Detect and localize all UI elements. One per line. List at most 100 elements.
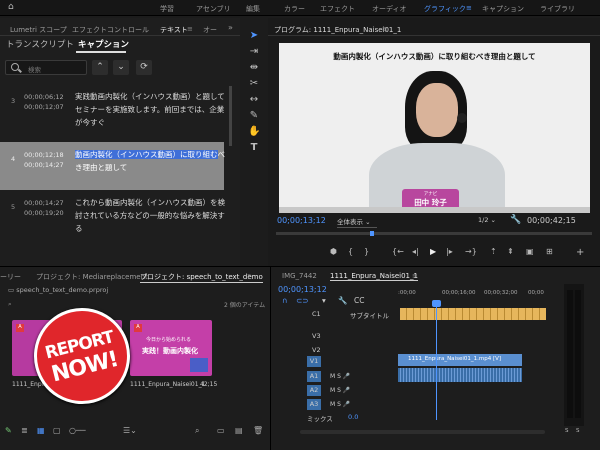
workspace-assembly[interactable]: アセンブリ	[196, 4, 231, 14]
workspace-learn[interactable]: 学習	[160, 4, 174, 14]
subtab-captions[interactable]: キャプション	[78, 38, 129, 50]
prev-result-button[interactable]: ⌃	[92, 60, 108, 75]
find-icon[interactable]: ⌕	[195, 426, 199, 436]
track-a3[interactable]: A3	[307, 399, 321, 410]
tab-audio[interactable]: オー	[203, 25, 217, 35]
sort-icon[interactable]: ☰⌄	[123, 426, 137, 435]
zoom-dropdown[interactable]: 全体表示 ⌄	[337, 216, 377, 228]
home-icon[interactable]: ⌂	[8, 2, 14, 12]
step-back-icon[interactable]: ◂|	[412, 247, 419, 256]
caption-text-5[interactable]: これから動画内製化（インハウス動画）を検討されている方などの一般的な悩みを解決す…	[75, 196, 225, 235]
subtitle-clips[interactable]	[400, 308, 546, 320]
step-forward-icon[interactable]: |▸	[446, 247, 453, 256]
zoom-slider[interactable]: ○──	[69, 426, 86, 435]
list-view-icon[interactable]: ≣	[21, 426, 28, 435]
video-clip[interactable]: 1111_Enpura_Naisei01_1.mp4 [V]	[398, 354, 522, 366]
panel-menu-icon[interactable]: ≡	[187, 25, 193, 33]
caption-item-5[interactable]: 5 00;00;14;27 00;00;19;20 これから動画内製化（インハウ…	[0, 192, 225, 242]
trash-icon[interactable]: 🗑	[253, 426, 263, 435]
play-icon[interactable]: ▶	[430, 247, 436, 256]
go-to-out-icon[interactable]: →}	[465, 247, 477, 256]
hand-tool-icon[interactable]: ✋	[248, 126, 260, 138]
freeform-view-icon[interactable]: ▢	[53, 426, 61, 435]
audio-clip[interactable]	[398, 368, 522, 382]
timeline-menu-icon[interactable]: ≡	[412, 272, 418, 280]
selection-tool-icon[interactable]: ➤	[248, 30, 260, 42]
timeline-timecode[interactable]: 00;00;13;12	[278, 285, 327, 294]
timeline-playhead[interactable]	[436, 300, 437, 420]
icon-view-icon[interactable]: ▦	[37, 426, 45, 435]
workspace-libraries[interactable]: ライブラリ	[540, 4, 575, 14]
menu-icon[interactable]: ≡	[466, 4, 472, 12]
clip-label-2[interactable]: 1111_Enpura_Naisei01_1	[130, 381, 205, 388]
export-frame-icon[interactable]: ⊞	[546, 247, 553, 256]
add-button-icon[interactable]: +	[576, 247, 584, 258]
track-v3[interactable]: V3	[312, 332, 321, 340]
mute-a3[interactable]: M S 🎤	[330, 401, 350, 408]
track-c1[interactable]: C1	[312, 310, 321, 318]
extract-icon[interactable]: ⇞	[507, 247, 514, 256]
new-bin-icon[interactable]: ▭	[217, 426, 225, 435]
resolution-dropdown[interactable]: 1/2 ⌄	[478, 216, 496, 224]
tab-lumetri[interactable]: Lumetri スコープ	[10, 25, 67, 35]
clip-thumbnail-2[interactable]: A 今日から始められる 実践！動画内製化	[130, 320, 212, 376]
ripple-edit-icon[interactable]: ⇹	[248, 62, 260, 74]
tab-img7442[interactable]: IMG_7442	[282, 272, 317, 280]
more-tabs-icon[interactable]: »	[228, 23, 233, 32]
playhead-handle[interactable]	[432, 300, 441, 307]
playhead-timecode[interactable]: 00;00;13;12	[277, 216, 326, 225]
mix-value[interactable]: 0.0	[348, 413, 358, 421]
pencil-icon[interactable]: ✎	[5, 426, 12, 435]
workspace-color[interactable]: カラー	[284, 4, 305, 14]
mark-in-icon[interactable]: {	[348, 247, 353, 256]
workspace-edit[interactable]: 編集	[246, 4, 260, 14]
lift-icon[interactable]: ⇡	[490, 247, 497, 256]
caption-text-3[interactable]: 実践動画内製化（インハウス動画）と題してセミナーを実施致します。前回までは、企業…	[75, 90, 225, 129]
snap-icon[interactable]: ∩	[282, 296, 288, 305]
new-item-icon[interactable]: ▤	[235, 426, 243, 435]
workspace-effects[interactable]: エフェクト	[320, 4, 355, 14]
monitor-scrubber[interactable]	[276, 232, 592, 235]
workspace-captions[interactable]: キャプション	[482, 4, 524, 14]
workspace-audio[interactable]: オーディオ	[372, 4, 407, 14]
track-v2[interactable]: V2	[312, 346, 321, 354]
timeline-wrench-icon[interactable]: 🔧	[338, 296, 347, 305]
track-a1[interactable]: A1	[307, 371, 321, 382]
mark-out-icon[interactable]: }	[364, 247, 369, 256]
replace-icon[interactable]: ⟳	[136, 60, 152, 75]
tab-sequence[interactable]: 1111_Enpura_Naisei01_1	[330, 272, 418, 281]
next-result-button[interactable]: ⌄	[113, 60, 129, 75]
mute-a1[interactable]: M S 🎤	[330, 373, 350, 380]
meter-solo-right[interactable]: S	[576, 428, 580, 434]
tab-history[interactable]: ーリー	[0, 272, 21, 282]
mute-a2[interactable]: M S 🎤	[330, 387, 350, 394]
wrench-icon[interactable]: 🔧	[510, 215, 521, 225]
search-input[interactable]: 検索	[5, 60, 87, 75]
meter-solo-left[interactable]: S	[565, 428, 569, 434]
caption-item-3[interactable]: 3 00;00;06;12 00;00;12;07 実践動画内製化（インハウス動…	[0, 86, 225, 141]
timeline-scrollbar[interactable]	[300, 430, 545, 434]
subtab-transcript[interactable]: トランスクリプト	[6, 38, 74, 50]
go-to-in-icon[interactable]: {←	[392, 247, 404, 256]
workspace-graphics[interactable]: グラフィック	[424, 4, 466, 14]
track-select-icon[interactable]: ⇥	[248, 46, 260, 58]
caption-item-4[interactable]: 4 00;00;12;18 00;00;14;27 動画内製化（インハウス動画）…	[0, 142, 225, 190]
pen-tool-icon[interactable]: ✎	[248, 110, 260, 122]
search-icon-2[interactable]: ⌕	[8, 300, 12, 309]
track-a2[interactable]: A2	[307, 385, 321, 396]
marker-icon[interactable]: ⬢	[330, 247, 337, 256]
caption-scrollbar[interactable]	[229, 86, 232, 146]
captions-toggle-icon[interactable]: CC	[354, 296, 364, 305]
caption-text-4[interactable]: 動画内製化（インハウス動画）に取り組むべき理由と題して	[75, 148, 225, 174]
scrubber-playhead[interactable]	[370, 231, 374, 236]
tab-effect-controls[interactable]: エフェクトコントロール	[72, 25, 149, 35]
track-v1[interactable]: V1	[307, 356, 321, 367]
camera-icon[interactable]: ▣	[526, 247, 534, 256]
monitor-menu-icon[interactable]: ≡	[382, 25, 388, 33]
tab-project-speech[interactable]: プロジェクト: speech_to_text_demo	[140, 272, 263, 283]
razor-tool-icon[interactable]: ✂	[248, 78, 260, 90]
type-tool-icon[interactable]: T	[248, 142, 260, 154]
timeline-ruler[interactable]: :00;00 00;00;16;00 00;00;32;00 00;00	[398, 290, 548, 302]
more-tabs-icon-2[interactable]: »	[247, 271, 252, 280]
tab-project-mediareplacement[interactable]: プロジェクト: Mediareplacement	[36, 272, 148, 282]
